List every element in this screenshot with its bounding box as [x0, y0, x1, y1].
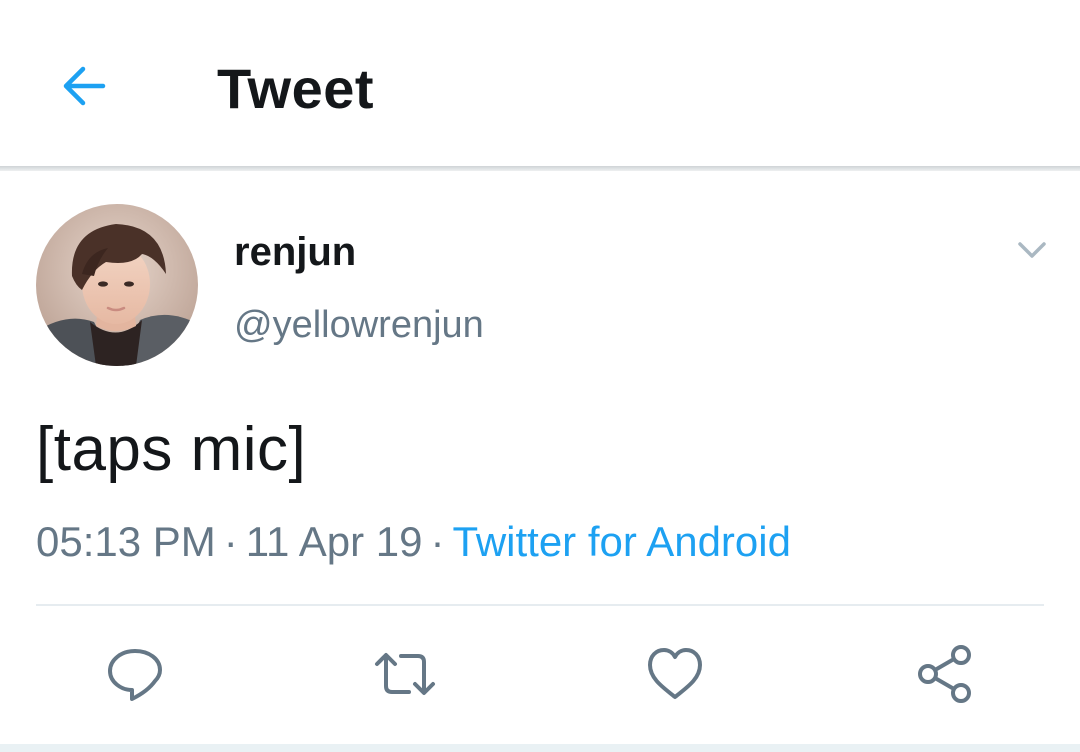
like-button[interactable] [643, 642, 707, 706]
reply-button[interactable] [103, 642, 167, 706]
tweet-menu-button[interactable] [1010, 228, 1054, 272]
tweet-meta: 05:13 PM · 11 Apr 19 · Twitter for Android [36, 518, 791, 566]
meta-separator: · [430, 518, 445, 565]
author-handle[interactable]: @yellowrenjun [234, 304, 484, 347]
chevron-down-icon [1018, 242, 1046, 258]
content-divider [36, 604, 1044, 606]
tweet-detail-screen: Tweet renjun @yellowrenjun [taps mic] 05… [0, 0, 1080, 752]
share-icon [918, 645, 971, 703]
retweet-icon [375, 653, 435, 695]
top-bar: Tweet [0, 0, 1080, 168]
bottom-edge [0, 744, 1080, 752]
reply-icon [108, 649, 162, 701]
meta-separator: · [223, 518, 238, 565]
header-divider [0, 166, 1080, 171]
profile-photo [36, 204, 198, 366]
tweet-source-link[interactable]: Twitter for Android [452, 518, 790, 565]
avatar[interactable] [36, 204, 198, 366]
tweet-date: 11 Apr 19 [245, 518, 423, 565]
share-button[interactable] [913, 642, 977, 706]
arrow-left-icon [63, 66, 106, 106]
page-title: Tweet [217, 57, 375, 120]
tweet-time: 05:13 PM [36, 518, 216, 565]
author-name[interactable]: renjun [234, 230, 356, 275]
tweet-text: [taps mic] [36, 415, 307, 484]
retweet-button[interactable] [373, 642, 437, 706]
back-button[interactable] [56, 58, 112, 114]
heart-icon [648, 648, 702, 699]
